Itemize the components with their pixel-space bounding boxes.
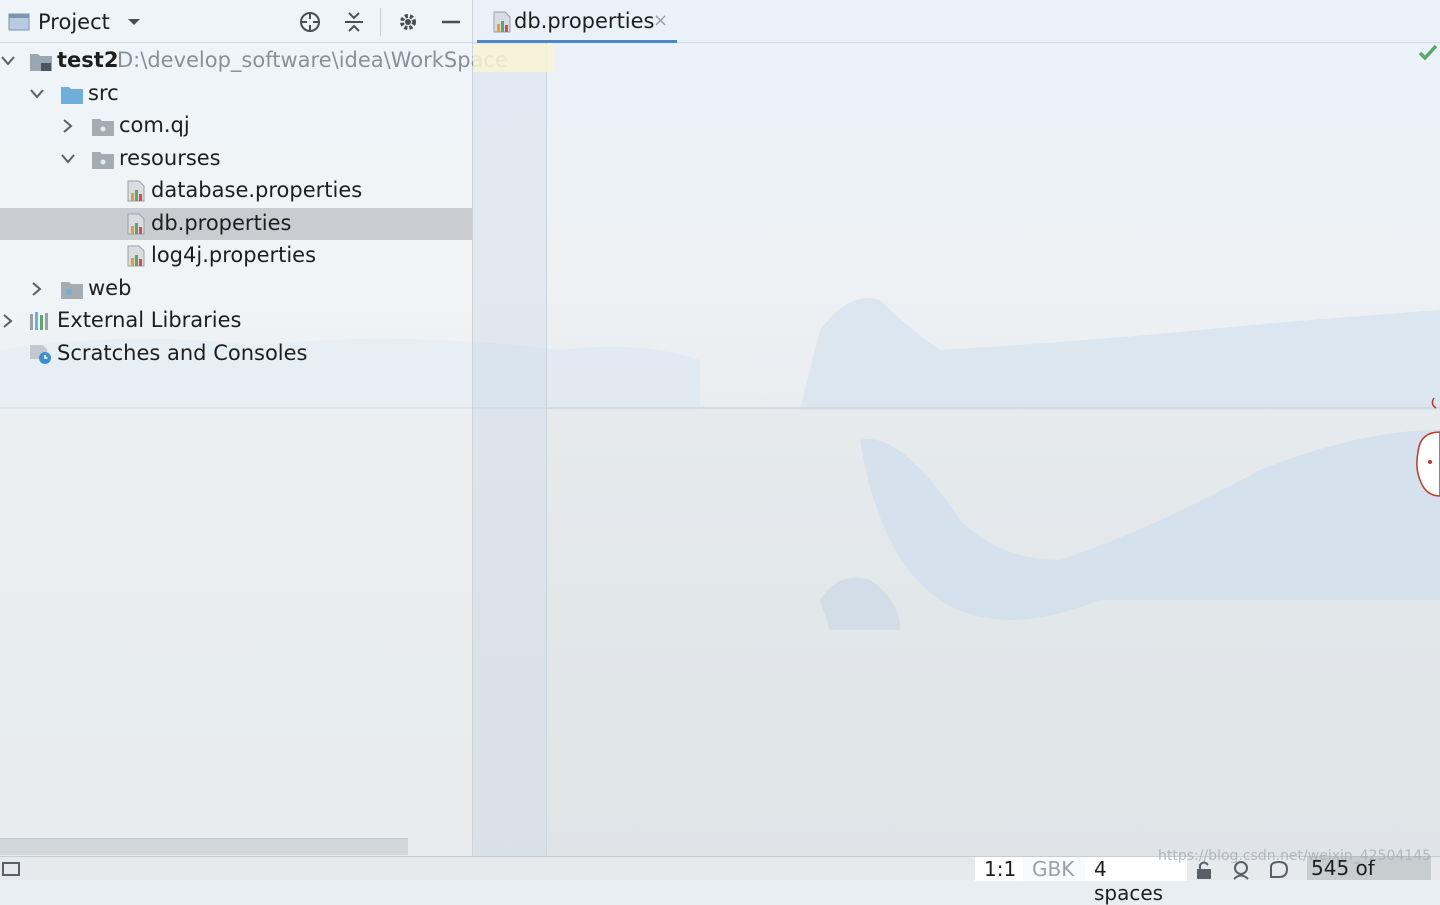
tree-label: test2: [57, 48, 119, 72]
project-window-icon: [8, 13, 30, 31]
tab-label: db.properties: [514, 9, 655, 33]
tree-label: database.properties: [151, 178, 363, 202]
editor-tab-bar: db.properties ×: [473, 0, 1440, 43]
module-path: D:\develop_software\idea\WorkSpace: [117, 48, 508, 72]
package-folder-icon: [92, 119, 114, 136]
module-folder-icon: [30, 54, 52, 71]
editor-gutter: [473, 43, 547, 856]
properties-file-icon: [127, 245, 145, 267]
project-panel-title: Project: [38, 10, 110, 34]
resources-folder-icon: [92, 152, 114, 169]
project-panel-header: Project: [0, 0, 472, 43]
properties-file-icon: [493, 11, 511, 33]
chevron-down-icon[interactable]: [60, 151, 76, 167]
tree-item-log4j-properties[interactable]: log4j.properties: [0, 240, 472, 272]
watermark-text: https://blog.csdn.net/weixin_42504145: [1158, 848, 1432, 864]
chevron-right-icon[interactable]: [0, 313, 16, 329]
tree-label: com.qj: [119, 113, 190, 137]
chevron-down-icon[interactable]: [126, 17, 142, 27]
source-folder-icon: [61, 87, 83, 104]
chevron-right-icon[interactable]: [29, 281, 45, 297]
gear-icon[interactable]: [395, 9, 421, 35]
properties-file-icon: [127, 213, 145, 235]
mascot-decoration: [1416, 397, 1440, 497]
tree-item-test2[interactable]: test2 D:\develop_software\idea\WorkSpace: [0, 45, 508, 77]
scratches-icon: [30, 345, 51, 364]
file-encoding[interactable]: GBK: [1023, 857, 1085, 881]
tree-item-external-libraries[interactable]: External Libraries: [0, 305, 472, 337]
tree-item-web[interactable]: web: [0, 273, 472, 305]
tree-label: External Libraries: [57, 308, 242, 332]
check-icon[interactable]: [1418, 44, 1438, 62]
tree-item-resourses[interactable]: resourses: [0, 143, 472, 175]
tree-label: log4j.properties: [151, 243, 317, 267]
tree-label: db.properties: [151, 211, 292, 235]
libraries-icon: [30, 312, 48, 330]
tree-item-scratches[interactable]: Scratches and Consoles: [0, 338, 472, 370]
minimize-icon[interactable]: [438, 9, 464, 35]
tree-item-src[interactable]: src: [0, 78, 472, 110]
project-view-selector[interactable]: Project: [8, 9, 142, 35]
properties-file-icon: [127, 180, 145, 202]
toolbar-divider: [380, 8, 381, 36]
toggle-tool-windows-icon[interactable]: [2, 862, 20, 876]
web-folder-icon: [61, 282, 83, 299]
caret-position[interactable]: 1:1: [975, 857, 1023, 881]
horizontal-scrollbar[interactable]: [0, 838, 408, 855]
chevron-down-icon[interactable]: [0, 53, 16, 69]
caret-line-highlight: [473, 44, 553, 72]
project-panel: Project test2 D:\develop_software\idea\W…: [0, 0, 508, 856]
tree-label: web: [88, 276, 132, 300]
chevron-right-icon[interactable]: [60, 118, 76, 134]
tree-label: src: [88, 81, 119, 105]
tree-label: Scratches and Consoles: [57, 341, 308, 365]
tab-db-properties[interactable]: db.properties ×: [477, 0, 677, 43]
close-icon[interactable]: ×: [653, 10, 668, 31]
locate-icon[interactable]: [297, 9, 323, 35]
editor-area[interactable]: [547, 43, 1440, 856]
collapse-all-icon[interactable]: [341, 9, 367, 35]
tree-item-com-qj[interactable]: com.qj: [0, 110, 472, 142]
tree-label: resourses: [119, 146, 221, 170]
chevron-down-icon[interactable]: [29, 86, 45, 102]
tree-item-db-properties[interactable]: db.properties: [0, 208, 472, 240]
tree-item-database-properties[interactable]: database.properties: [0, 175, 472, 207]
